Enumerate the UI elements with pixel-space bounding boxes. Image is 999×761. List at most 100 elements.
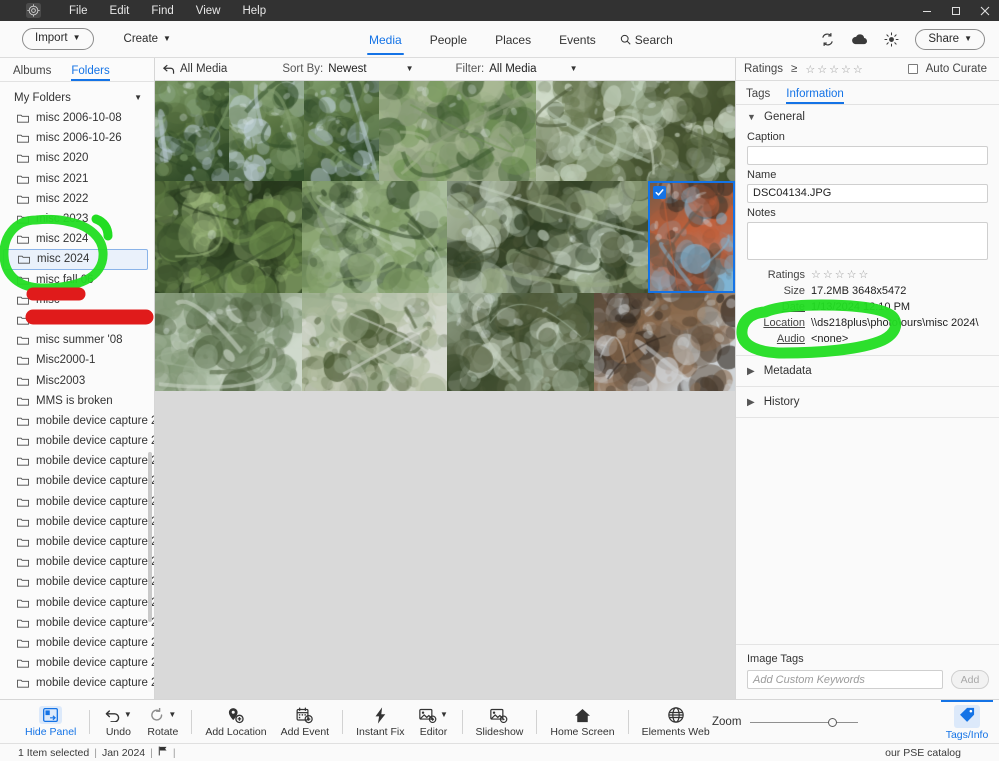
folder-item[interactable]: misc 2022 bbox=[0, 189, 154, 209]
folder-item[interactable]: mobile device capture 2015.. bbox=[0, 653, 154, 673]
photo-thumbnail[interactable] bbox=[447, 293, 595, 391]
date-key[interactable]: Date bbox=[747, 301, 805, 313]
folder-item[interactable]: mobile device capture 2012.. bbox=[0, 451, 154, 471]
add-location-button[interactable]: Add Location bbox=[198, 700, 273, 744]
filter-dropdown[interactable]: Filter: All Media ▼ bbox=[456, 63, 578, 75]
photo-thumbnail-grid[interactable] bbox=[155, 81, 735, 699]
folder-item[interactable]: Misc2003 bbox=[0, 370, 154, 390]
folder-item[interactable]: misc 2006-10-26 bbox=[0, 128, 154, 148]
custom-keywords-input[interactable]: Add Custom Keywords bbox=[747, 670, 943, 689]
my-folders-root[interactable]: My Folders ▼ bbox=[0, 88, 154, 108]
menu-help[interactable]: Help bbox=[231, 2, 277, 20]
folder-item[interactable]: mobile device capture 2012.. bbox=[0, 471, 154, 491]
folder-item[interactable]: misc 2024 bbox=[0, 229, 154, 249]
folder-item[interactable]: misc fall 06 bbox=[0, 270, 154, 290]
folder-item[interactable]: misc 2024 bbox=[3, 249, 148, 270]
photo-thumbnail[interactable] bbox=[301, 181, 448, 293]
slideshow-button[interactable]: Slideshow bbox=[469, 700, 531, 744]
star-2[interactable]: ☆ bbox=[817, 63, 827, 76]
folder-item[interactable]: MMS is broken bbox=[0, 391, 154, 411]
close-button[interactable] bbox=[970, 0, 999, 21]
share-button[interactable]: Share ▼ bbox=[915, 28, 985, 51]
elements-web-button[interactable]: Elements Web bbox=[635, 700, 717, 744]
menu-file[interactable]: File bbox=[58, 2, 99, 20]
instant-fix-button[interactable]: Instant Fix bbox=[349, 700, 411, 744]
folder-item[interactable]: mobile device capture 2015.. bbox=[0, 673, 154, 693]
star-5[interactable]: ☆ bbox=[853, 63, 863, 76]
folder-item[interactable] bbox=[0, 310, 154, 330]
folder-item[interactable]: misc 2006-10-08 bbox=[0, 108, 154, 128]
folder-item[interactable]: misc 2020 bbox=[0, 148, 154, 168]
tab-media[interactable]: Media bbox=[355, 21, 416, 58]
history-section-header[interactable]: ▶ History bbox=[736, 387, 999, 418]
folder-item[interactable]: mobile device capture 2012.. bbox=[0, 431, 154, 451]
photo-thumbnail[interactable] bbox=[229, 81, 304, 181]
rating-star-1[interactable]: ☆ bbox=[811, 268, 821, 281]
folder-item[interactable]: mobile device capture 2015.. bbox=[0, 593, 154, 613]
sort-by-dropdown[interactable]: Sort By: Newest ▼ bbox=[282, 63, 413, 75]
rating-star-3[interactable]: ☆ bbox=[835, 268, 845, 281]
flag-icon[interactable] bbox=[158, 746, 168, 759]
tab-events[interactable]: Events bbox=[545, 21, 610, 58]
rating-star-4[interactable]: ☆ bbox=[847, 268, 857, 281]
tab-people[interactable]: People bbox=[416, 21, 481, 58]
create-button[interactable]: Create ▼ bbox=[120, 30, 175, 48]
folder-item[interactable]: mobile device capture 2013.. bbox=[0, 532, 154, 552]
add-event-button[interactable]: Add Event bbox=[274, 700, 336, 744]
brightness-icon[interactable] bbox=[884, 32, 899, 47]
star-3[interactable]: ☆ bbox=[829, 63, 839, 76]
photo-thumbnail[interactable] bbox=[303, 81, 380, 181]
photo-thumbnail[interactable] bbox=[155, 181, 302, 293]
home-screen-button[interactable]: Home Screen bbox=[543, 700, 621, 744]
folder-item[interactable]: mobile device capture 2012.. bbox=[0, 411, 154, 431]
rotate-button[interactable]: ▼ Rotate bbox=[140, 700, 185, 744]
tags-info-button[interactable]: Tags/Info bbox=[941, 700, 993, 744]
name-input[interactable]: DSC04134.JPG bbox=[747, 184, 988, 203]
tab-tags[interactable]: Tags bbox=[746, 88, 770, 104]
selected-checkmark-icon[interactable] bbox=[652, 186, 666, 199]
photo-thumbnail[interactable] bbox=[535, 81, 735, 181]
star-1[interactable]: ☆ bbox=[805, 63, 815, 76]
folder-item[interactable]: misc bbox=[0, 290, 154, 310]
photo-thumbnail[interactable] bbox=[301, 293, 448, 391]
folder-item[interactable]: mobile device capture 2015.. bbox=[0, 613, 154, 633]
rating-star-5[interactable]: ☆ bbox=[859, 268, 869, 281]
photo-thumbnail[interactable] bbox=[155, 293, 302, 391]
rating-stars[interactable]: ☆ ☆ ☆ ☆ ☆ bbox=[811, 268, 868, 281]
import-button[interactable]: Import ▼ bbox=[22, 28, 94, 50]
add-tag-button[interactable]: Add bbox=[951, 670, 989, 689]
notes-input[interactable] bbox=[747, 222, 988, 260]
rating-star-2[interactable]: ☆ bbox=[823, 268, 833, 281]
menu-find[interactable]: Find bbox=[140, 2, 184, 20]
all-media-back-button[interactable]: All Media bbox=[163, 63, 227, 75]
location-key[interactable]: Location bbox=[747, 317, 805, 329]
photo-thumbnail[interactable] bbox=[594, 293, 735, 391]
star-4[interactable]: ☆ bbox=[841, 63, 851, 76]
folder-item[interactable]: mobile device capture 2014.. bbox=[0, 552, 154, 572]
photo-thumbnail[interactable] bbox=[155, 81, 230, 181]
sidebar-scrollbar[interactable] bbox=[148, 452, 152, 622]
menu-view[interactable]: View bbox=[185, 2, 232, 20]
sidebar-tab-albums[interactable]: Albums bbox=[13, 65, 51, 81]
folder-item[interactable]: misc summer '08 bbox=[0, 330, 154, 350]
photo-thumbnail[interactable] bbox=[379, 81, 536, 181]
metadata-section-header[interactable]: ▶ Metadata bbox=[736, 355, 999, 387]
folder-tree-scroll[interactable]: My Folders ▼ misc 2006-10-08 misc 2006-10… bbox=[0, 82, 154, 699]
folder-item[interactable]: mobile device capture 2013.. bbox=[0, 512, 154, 532]
audio-key[interactable]: Audio bbox=[747, 333, 805, 345]
photo-thumbnail[interactable] bbox=[647, 181, 735, 293]
folder-item[interactable]: mobile device capture 2015.. bbox=[0, 572, 154, 592]
photo-thumbnail[interactable] bbox=[447, 181, 648, 293]
editor-button[interactable]: ▼ Editor bbox=[412, 700, 456, 744]
folder-item[interactable]: misc 2023 bbox=[0, 209, 154, 229]
tab-places[interactable]: Places bbox=[481, 21, 545, 58]
folder-item[interactable]: mobile device capture 2015.. bbox=[0, 633, 154, 653]
minimize-button[interactable] bbox=[912, 0, 941, 21]
menu-edit[interactable]: Edit bbox=[99, 2, 141, 20]
general-section-header[interactable]: ▼ General bbox=[736, 105, 999, 127]
sync-icon[interactable] bbox=[820, 32, 835, 47]
folder-item[interactable]: mobile device capture 2013.. bbox=[0, 492, 154, 512]
zoom-slider-handle[interactable] bbox=[828, 717, 838, 727]
ratings-filter-stars[interactable]: ☆ ☆ ☆ ☆ ☆ bbox=[805, 63, 862, 76]
maximize-button[interactable] bbox=[941, 0, 970, 21]
